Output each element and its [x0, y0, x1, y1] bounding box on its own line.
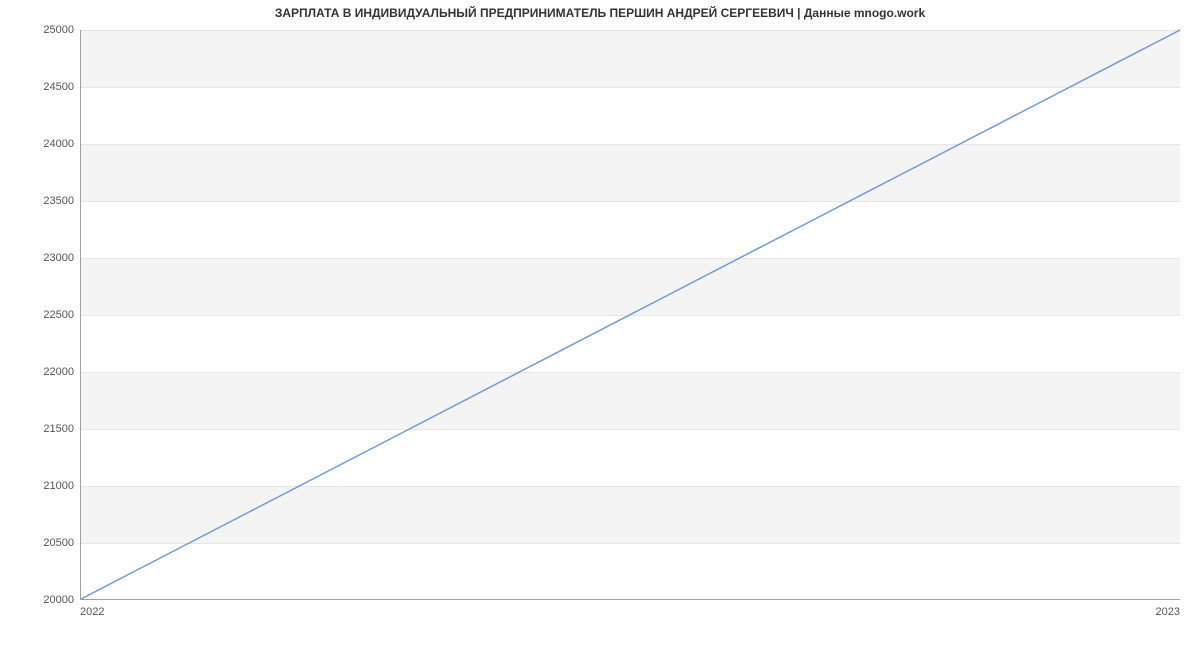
y-axis-tick-label: 22000 — [6, 366, 74, 378]
chart-title: ЗАРПЛАТА В ИНДИВИДУАЛЬНЫЙ ПРЕДПРИНИМАТЕЛ… — [0, 6, 1200, 20]
salary-line-chart: ЗАРПЛАТА В ИНДИВИДУАЛЬНЫЙ ПРЕДПРИНИМАТЕЛ… — [0, 0, 1200, 650]
line-layer — [81, 30, 1180, 599]
y-axis-tick-label: 24500 — [6, 81, 74, 93]
y-axis-tick-label: 22500 — [6, 309, 74, 321]
x-axis-tick-label: 2023 — [1156, 606, 1180, 618]
x-axis-tick-label: 2022 — [80, 606, 104, 618]
plot-area — [80, 30, 1180, 600]
series-line — [81, 30, 1180, 599]
y-axis-tick-label: 21000 — [6, 480, 74, 492]
y-axis-tick-label: 24000 — [6, 138, 74, 150]
y-axis-tick-label: 20500 — [6, 537, 74, 549]
y-axis-tick-label: 23500 — [6, 195, 74, 207]
y-axis-tick-label: 25000 — [6, 24, 74, 36]
y-axis-tick-label: 21500 — [6, 423, 74, 435]
y-axis-tick-label: 23000 — [6, 252, 74, 264]
y-axis-tick-label: 20000 — [6, 594, 74, 606]
